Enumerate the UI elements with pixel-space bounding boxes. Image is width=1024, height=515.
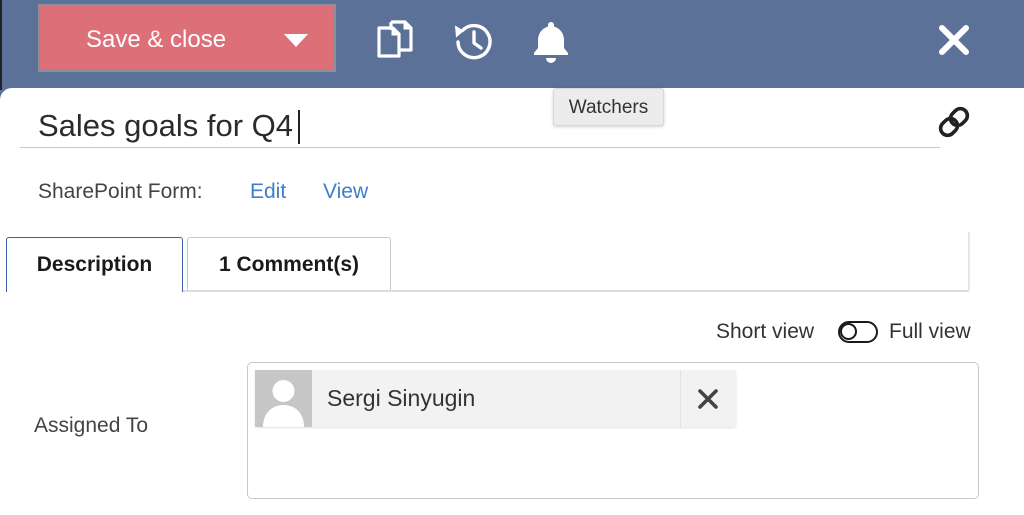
full-view-label: Full view xyxy=(889,320,971,343)
copy-icon[interactable] xyxy=(371,18,419,66)
text-cursor xyxy=(298,110,300,144)
assignee-name: Sergi Sinyugin xyxy=(327,385,476,411)
title-value: Sales goals for Q4 xyxy=(38,108,294,143)
tab-description[interactable]: Description xyxy=(6,237,183,292)
history-icon[interactable] xyxy=(449,18,497,66)
save-and-close-label: Save & close xyxy=(86,26,227,53)
watchers-tooltip: Watchers xyxy=(553,88,664,126)
tab-strip-divider xyxy=(183,290,969,292)
toggle-knob xyxy=(840,323,857,340)
save-and-close-button[interactable]: Save & close xyxy=(38,4,336,72)
remove-assignee-icon[interactable] xyxy=(695,386,721,412)
view-toggle[interactable] xyxy=(838,321,878,343)
bell-icon[interactable] xyxy=(527,18,575,66)
window-edge xyxy=(0,0,2,90)
sharepoint-edit-link[interactable]: Edit xyxy=(250,180,286,204)
avatar xyxy=(255,370,312,427)
short-view-label: Short view xyxy=(716,320,815,343)
chip-divider xyxy=(680,370,681,427)
sharepoint-form-label: SharePoint Form: xyxy=(38,180,203,203)
assigned-to-label: Assigned To xyxy=(34,414,149,437)
tab-comments[interactable]: 1 Comment(s) xyxy=(187,237,391,292)
close-icon[interactable] xyxy=(934,20,974,60)
tab-strip-edge xyxy=(968,232,970,290)
link-icon[interactable] xyxy=(936,104,972,140)
assignee-chip: Sergi Sinyugin xyxy=(255,370,736,427)
chevron-down-icon[interactable] xyxy=(284,34,308,47)
sharepoint-view-link[interactable]: View xyxy=(323,180,368,204)
